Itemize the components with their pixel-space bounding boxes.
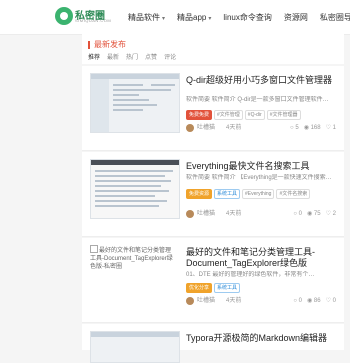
article-tags: 免费资源 系统工具 #Everything #文件名搜索 <box>186 189 311 199</box>
sort-tabs: 推荐 最新 热门 点赞 评论 <box>88 52 183 61</box>
tag[interactable]: 免费免费 <box>186 110 213 120</box>
post-time: 4天前 <box>226 211 242 217</box>
author-name[interactable]: 吐槽猫 <box>197 297 215 306</box>
logo-subtext: SIMIQUAN.COM <box>75 18 112 23</box>
avatar[interactable] <box>186 297 194 305</box>
post-time: 4天前 <box>226 298 242 304</box>
article-tags: 免费免费 #文件管理 #Q-dir #文件管理器 <box>186 110 301 120</box>
article-thumbnail[interactable]: 最好的文件和笔记分类管理工具-Document_TagExplorer绿色版-私… <box>90 245 178 303</box>
comment-count: ○ 0 <box>293 298 303 304</box>
site-header: 私密圈 SIMIQUAN.COM 精品软件 ▾ 精品app ▾ linux命令查询 … <box>0 0 350 35</box>
tab-latest[interactable]: 最新 <box>107 52 119 61</box>
article-title[interactable]: Typora开源极简的Markdown编辑器 <box>186 333 336 344</box>
like-count: ♡ 2 <box>325 211 336 217</box>
article-stats: ○ 5 ◉ 168 ♡ 1 <box>290 124 336 133</box>
article-meta: 吐槽猫 4天前 ○ 5 ◉ 168 ♡ 1 <box>186 124 336 133</box>
article-thumbnail[interactable] <box>90 331 180 363</box>
avatar[interactable] <box>186 124 194 132</box>
broken-image-icon <box>90 245 98 253</box>
article-tags: 优化分享 系统工具 <box>186 283 241 293</box>
article-thumbnail[interactable] <box>90 159 180 219</box>
tag[interactable]: #文件管理 <box>214 110 243 120</box>
article-excerpt: 软件简要 软件简介 Q-dir是一款多窗口文件管理软件… <box>186 97 329 103</box>
title-accent-bar <box>88 40 90 49</box>
post-time: 4天前 <box>226 125 242 131</box>
tag[interactable]: #Q-dir <box>244 110 265 120</box>
author-name[interactable]: 吐槽猫 <box>197 124 215 133</box>
site-logo[interactable]: 私密圈 SIMIQUAN.COM <box>55 6 111 26</box>
tag[interactable]: #文件管理器 <box>266 110 301 120</box>
tab-likes[interactable]: 点赞 <box>145 52 157 61</box>
article-card[interactable]: 最好的文件和笔记分类管理工具-Document_TagExplorer绿色版-私… <box>82 238 344 323</box>
main-nav: 精品软件▾ 精品app▾ linux命令查询 资源网 私密圈导航 <box>128 12 350 26</box>
avatar[interactable] <box>186 210 194 218</box>
logo-mark-icon <box>55 7 73 25</box>
article-stats: ○ 0 ◉ 86 ♡ 0 <box>293 297 336 306</box>
tag[interactable]: #文件名搜索 <box>276 189 311 199</box>
article-stats: ○ 0 ◉ 75 ♡ 2 <box>293 210 336 219</box>
view-count: ◉ 86 <box>307 298 321 304</box>
article-title[interactable]: Everything最快文件名搜索工具 <box>186 161 336 172</box>
article-meta: 吐槽猫 4天前 ○ 0 ◉ 75 ♡ 2 <box>186 210 336 219</box>
nav-item-software[interactable]: 精品软件 ▾ <box>128 12 165 26</box>
article-title[interactable]: Q-dir超级好用小巧多窗口文件管理器 <box>186 75 336 86</box>
tab-hot[interactable]: 热门 <box>126 52 138 61</box>
tag[interactable]: 免费资源 <box>186 189 213 199</box>
comment-count: ○ 5 <box>290 125 299 131</box>
article-card[interactable]: Q-dir超级好用小巧多窗口文件管理器 软件简要 软件简介 Q-dir是一款多窗… <box>82 66 344 151</box>
article-title[interactable]: 最好的文件和笔记分类管理工具-Document_TagExplorer绿色版 <box>186 247 336 269</box>
nav-item-linux[interactable]: linux命令查询 <box>223 12 271 26</box>
like-count: ♡ 0 <box>325 298 336 304</box>
tab-recommend[interactable]: 推荐 <box>88 52 100 61</box>
main-content: 最新发布 推荐 最新 热门 点赞 评论 Q-dir超级好用小巧多窗口文件管理器 … <box>82 34 344 363</box>
nav-item-app[interactable]: 精品app ▾ <box>177 12 211 26</box>
section-header: 最新发布 推荐 最新 热门 点赞 评论 <box>82 34 344 64</box>
comment-count: ○ 0 <box>293 211 303 217</box>
nav-item-navigation[interactable]: 私密圈导航 <box>320 12 350 26</box>
nav-item-resources[interactable]: 资源网 <box>284 12 308 26</box>
broken-image-alt: 最好的文件和笔记分类管理工具-Document_TagExplorer绿色版-私… <box>90 245 176 271</box>
author-name[interactable]: 吐槽猫 <box>197 210 215 219</box>
chevron-down-icon: ▾ <box>208 16 212 22</box>
article-thumbnail[interactable] <box>90 73 180 133</box>
article-meta: 吐槽猫 4天前 ○ 0 ◉ 86 ♡ 0 <box>186 297 336 306</box>
article-card[interactable]: Typora开源极简的Markdown编辑器 <box>82 324 344 363</box>
article-excerpt: 软件简要 软件简介 【Everything是一款快速文件搜索… <box>186 175 332 181</box>
view-count: ◉ 75 <box>307 211 321 217</box>
section-title: 最新发布 <box>88 39 126 50</box>
like-count: ♡ 1 <box>325 125 336 131</box>
chevron-down-icon: ▾ <box>162 16 166 22</box>
tag[interactable]: 优化分享 <box>186 283 213 293</box>
article-card[interactable]: Everything最快文件名搜索工具 软件简要 软件简介 【Everythin… <box>82 152 344 237</box>
article-excerpt: 01、DTE 最好的管理好的绿色软件，非常有个… <box>186 272 315 278</box>
tag[interactable]: 系统工具 <box>214 283 241 293</box>
view-count: ◉ 168 <box>303 125 321 131</box>
tab-comments[interactable]: 评论 <box>164 52 176 61</box>
tag[interactable]: #Everything <box>242 189 275 199</box>
tag[interactable]: 系统工具 <box>214 189 241 199</box>
